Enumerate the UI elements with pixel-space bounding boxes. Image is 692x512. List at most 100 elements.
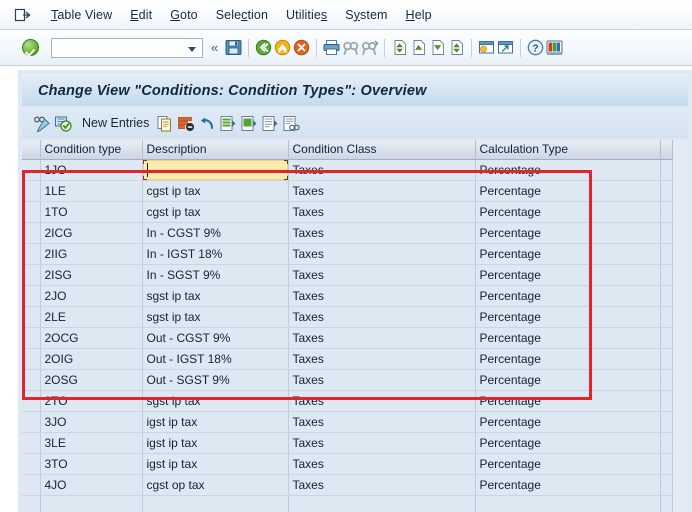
cell-calculation-type[interactable]: Percentage bbox=[475, 411, 660, 432]
table-row[interactable]: 3JO igst ip tax Taxes Percentage bbox=[22, 411, 672, 432]
row-selector[interactable] bbox=[22, 201, 40, 222]
print-icon[interactable] bbox=[322, 38, 341, 57]
cell-condition-type[interactable]: 3LE bbox=[40, 432, 142, 453]
next-page-icon[interactable] bbox=[428, 38, 447, 57]
row-selector[interactable] bbox=[22, 474, 40, 495]
cell-description[interactable]: sgst ip tax bbox=[142, 285, 288, 306]
menu-item-edit[interactable]: Edit bbox=[121, 6, 161, 24]
cell-description[interactable]: igst ip tax bbox=[142, 432, 288, 453]
column-header-condition-class[interactable]: Condition Class bbox=[288, 140, 475, 159]
cell-description[interactable]: igst ip tax bbox=[142, 453, 288, 474]
cell-condition-type[interactable]: 1TO bbox=[40, 201, 142, 222]
cell-condition-type[interactable]: 2TO bbox=[40, 390, 142, 411]
cell-calculation-type[interactable]: Percentage bbox=[475, 264, 660, 285]
green-check-enter-icon[interactable] bbox=[22, 39, 39, 56]
column-header-calculation-type[interactable]: Calculation Type bbox=[475, 140, 660, 159]
cell-description[interactable]: Out - CGST 9% bbox=[142, 327, 288, 348]
cell-condition-type[interactable]: 2LE bbox=[40, 306, 142, 327]
column-header-description[interactable]: Description bbox=[142, 140, 288, 159]
row-selector[interactable] bbox=[22, 222, 40, 243]
table-row[interactable]: 4JO cgst op tax Taxes Percentage bbox=[22, 474, 672, 495]
cell-condition-class[interactable]: Taxes bbox=[288, 306, 475, 327]
menu-item-help[interactable]: Help bbox=[397, 6, 441, 24]
create-shortcut-icon[interactable] bbox=[496, 38, 515, 57]
cell-calculation-type[interactable]: Percentage bbox=[475, 432, 660, 453]
menu-item-goto[interactable]: Goto bbox=[161, 6, 207, 24]
cell-description[interactable]: Out - IGST 18% bbox=[142, 348, 288, 369]
details-icon[interactable] bbox=[281, 114, 302, 133]
cell-condition-type[interactable]: 1JO bbox=[40, 159, 142, 180]
row-selector[interactable] bbox=[22, 285, 40, 306]
cell-description[interactable]: cgst ip tax bbox=[142, 180, 288, 201]
cell-description[interactable]: In - IGST 18% bbox=[142, 243, 288, 264]
find-next-icon[interactable] bbox=[360, 38, 379, 57]
table-row[interactable]: 3LE igst ip tax Taxes Percentage bbox=[22, 432, 672, 453]
cell-condition-class[interactable]: Taxes bbox=[288, 201, 475, 222]
column-header-selector[interactable] bbox=[22, 140, 40, 159]
cell-condition-type[interactable]: 2ICG bbox=[40, 222, 142, 243]
cell-condition-class[interactable]: Taxes bbox=[288, 327, 475, 348]
cell-condition-class[interactable]: Taxes bbox=[288, 222, 475, 243]
cell-calculation-type[interactable]: Percentage bbox=[475, 159, 660, 180]
cell-condition-class[interactable]: Taxes bbox=[288, 243, 475, 264]
table-row[interactable]: 2OIG Out - IGST 18% Taxes Percentage bbox=[22, 348, 672, 369]
cell-condition-type[interactable]: 3TO bbox=[40, 453, 142, 474]
previous-page-icon[interactable] bbox=[409, 38, 428, 57]
row-selector[interactable] bbox=[22, 432, 40, 453]
row-selector[interactable] bbox=[22, 243, 40, 264]
row-selector[interactable] bbox=[22, 180, 40, 201]
delete-row-icon[interactable] bbox=[176, 114, 197, 133]
menu-item-table-view[interactable]: Table View bbox=[42, 6, 121, 24]
double-chevron-left-icon[interactable]: « bbox=[211, 41, 218, 54]
cell-condition-class[interactable]: Taxes bbox=[288, 453, 475, 474]
cell-calculation-type[interactable]: Percentage bbox=[475, 474, 660, 495]
command-field[interactable] bbox=[51, 38, 203, 58]
help-icon[interactable]: ? bbox=[526, 38, 545, 57]
table-row[interactable]: 2LE sgst ip tax Taxes Percentage bbox=[22, 306, 672, 327]
table-row[interactable]: 1TO cgst ip tax Taxes Percentage bbox=[22, 201, 672, 222]
first-page-icon[interactable] bbox=[390, 38, 409, 57]
cell-condition-type[interactable]: 2OIG bbox=[40, 348, 142, 369]
row-selector[interactable] bbox=[22, 495, 40, 512]
table-row[interactable]: 2ICG In - CGST 9% Taxes Percentage bbox=[22, 222, 672, 243]
cell-calculation-type[interactable]: Percentage bbox=[475, 390, 660, 411]
cell-description[interactable]: Out - SGST 9% bbox=[142, 369, 288, 390]
table-row[interactable]: 2IIG In - IGST 18% Taxes Percentage bbox=[22, 243, 672, 264]
last-page-icon[interactable] bbox=[447, 38, 466, 57]
cell-calculation-type[interactable]: Percentage bbox=[475, 369, 660, 390]
cell-description[interactable]: In - CGST 9% bbox=[142, 222, 288, 243]
table-row[interactable]: 2OSG Out - SGST 9% Taxes Percentage bbox=[22, 369, 672, 390]
cell-description[interactable]: cgst op tax bbox=[142, 474, 288, 495]
select-block-icon[interactable] bbox=[239, 114, 260, 133]
cell-calculation-type[interactable]: Percentage bbox=[475, 201, 660, 222]
row-selector[interactable] bbox=[22, 411, 40, 432]
cell-description[interactable]: sgst ip tax bbox=[142, 390, 288, 411]
row-selector[interactable] bbox=[22, 327, 40, 348]
table-row[interactable]: 1JO Taxes Percentage bbox=[22, 159, 672, 180]
create-session-icon[interactable] bbox=[477, 38, 496, 57]
display-change-icon[interactable] bbox=[32, 114, 53, 133]
cell-description[interactable]: cgst ip tax bbox=[142, 201, 288, 222]
cell-condition-class[interactable]: Taxes bbox=[288, 348, 475, 369]
cell-condition-class[interactable]: Taxes bbox=[288, 432, 475, 453]
row-selector[interactable] bbox=[22, 348, 40, 369]
cell-calculation-type[interactable] bbox=[475, 495, 660, 512]
cell-condition-type[interactable]: 2OCG bbox=[40, 327, 142, 348]
row-selector[interactable] bbox=[22, 159, 40, 180]
cell-calculation-type[interactable]: Percentage bbox=[475, 327, 660, 348]
cell-condition-type[interactable]: 2OSG bbox=[40, 369, 142, 390]
menu-item-system[interactable]: System bbox=[336, 6, 396, 24]
customize-layout-icon[interactable] bbox=[545, 38, 564, 57]
row-selector[interactable] bbox=[22, 369, 40, 390]
cell-calculation-type[interactable]: Percentage bbox=[475, 306, 660, 327]
deselect-all-icon[interactable] bbox=[260, 114, 281, 133]
table-row[interactable]: 2TO sgst ip tax Taxes Percentage bbox=[22, 390, 672, 411]
cell-condition-class[interactable] bbox=[288, 495, 475, 512]
select-all-icon[interactable] bbox=[218, 114, 239, 133]
cell-description[interactable]: igst ip tax bbox=[142, 411, 288, 432]
row-selector[interactable] bbox=[22, 306, 40, 327]
chevron-down-icon[interactable] bbox=[188, 47, 196, 52]
cell-description-focused[interactable] bbox=[142, 159, 288, 180]
cell-condition-class[interactable]: Taxes bbox=[288, 180, 475, 201]
cell-calculation-type[interactable]: Percentage bbox=[475, 453, 660, 474]
